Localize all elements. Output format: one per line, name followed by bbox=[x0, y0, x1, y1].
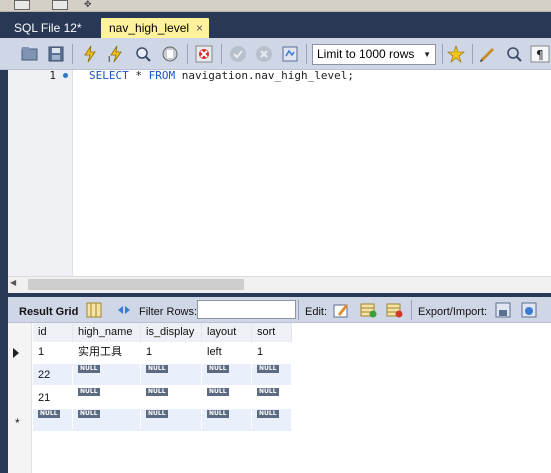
statement-marker-icon bbox=[63, 73, 68, 78]
cell-high-name[interactable]: NULL bbox=[73, 364, 141, 384]
chevron-down-icon: ▼ bbox=[423, 50, 431, 59]
limit-rows-select[interactable]: Limit to 1000 rows ▼ bbox=[312, 44, 436, 65]
null-badge: NULL bbox=[257, 410, 279, 418]
null-badge: NULL bbox=[257, 365, 279, 373]
null-badge: NULL bbox=[78, 365, 100, 373]
null-badge: NULL bbox=[146, 365, 168, 373]
tab-bar: SQL File 12* nav_high_level × bbox=[0, 12, 551, 38]
null-badge: NULL bbox=[257, 388, 279, 396]
cell-sort[interactable]: NULL bbox=[252, 409, 292, 429]
keyword-from: FROM bbox=[148, 69, 176, 82]
autocommit-icon[interactable] bbox=[280, 44, 300, 64]
delete-row-icon[interactable] bbox=[385, 301, 403, 319]
null-badge: NULL bbox=[78, 410, 100, 418]
tab-label: SQL File 12* bbox=[14, 21, 82, 35]
cell-is-display[interactable]: NULL bbox=[141, 387, 202, 407]
cell-layout[interactable]: NULL bbox=[202, 364, 252, 384]
cell-high-name[interactable]: NULL bbox=[73, 387, 141, 407]
tab-label: nav_high_level bbox=[109, 21, 190, 35]
keyword-select: SELECT bbox=[89, 69, 129, 82]
row-header-gutter bbox=[8, 323, 32, 473]
stop-icon[interactable] bbox=[160, 44, 180, 64]
null-badge: NULL bbox=[207, 410, 229, 418]
open-query-icon[interactable] bbox=[52, 0, 68, 10]
code-line[interactable]: SELECT * FROM navigation.nav_high_level; bbox=[89, 69, 354, 85]
null-badge: NULL bbox=[207, 365, 229, 373]
scroll-left-icon[interactable]: ◀ bbox=[10, 278, 16, 287]
edit-label: Edit: bbox=[305, 306, 328, 318]
find-icon[interactable] bbox=[504, 44, 524, 64]
column-header-is-display[interactable]: is_display bbox=[141, 323, 202, 342]
export-icon[interactable] bbox=[494, 301, 512, 319]
filter-rows-input[interactable] bbox=[197, 300, 296, 319]
cell-sort[interactable]: NULL bbox=[252, 387, 292, 407]
refresh-icon[interactable] bbox=[115, 302, 133, 318]
export-import-label: Export/Import: bbox=[418, 306, 488, 318]
current-row-arrow-icon bbox=[13, 348, 19, 358]
tab-sql-file[interactable]: SQL File 12* bbox=[6, 18, 98, 38]
sql-editor[interactable] bbox=[74, 70, 551, 276]
svg-text:¶: ¶ bbox=[536, 48, 544, 62]
bookmark-icon[interactable] bbox=[446, 44, 466, 64]
toggle-error-icon[interactable] bbox=[194, 44, 214, 64]
close-tab-icon[interactable]: × bbox=[196, 18, 203, 38]
tab-nav-high-level[interactable]: nav_high_level × bbox=[101, 18, 209, 38]
cell-is-display[interactable]: NULL bbox=[141, 409, 202, 429]
left-frame bbox=[0, 70, 8, 473]
cell-id[interactable]: NULL bbox=[33, 409, 73, 429]
scroll-thumb[interactable] bbox=[28, 279, 244, 290]
new-tab-icon[interactable] bbox=[14, 0, 30, 10]
column-header-layout[interactable]: layout bbox=[202, 323, 252, 342]
column-header-id[interactable]: id bbox=[33, 323, 73, 342]
select-star: * bbox=[135, 69, 142, 82]
result-grid-label[interactable]: Result Grid bbox=[19, 306, 78, 318]
limit-rows-value: Limit to 1000 rows bbox=[317, 47, 415, 61]
insert-row-icon[interactable] bbox=[359, 301, 377, 319]
new-row-marker: * bbox=[15, 416, 20, 430]
window-top-strip: ✥ bbox=[0, 0, 551, 12]
cell-layout[interactable]: NULL bbox=[202, 409, 252, 429]
null-badge: NULL bbox=[207, 388, 229, 396]
import-icon[interactable] bbox=[520, 301, 538, 319]
open-folder-icon[interactable] bbox=[20, 44, 40, 64]
table-name: navigation.nav_high_level; bbox=[181, 69, 354, 82]
explain-icon[interactable] bbox=[133, 44, 153, 64]
svg-text:I: I bbox=[108, 55, 110, 64]
cell-id[interactable]: 22 bbox=[33, 366, 73, 386]
column-header-high-name[interactable]: high_name bbox=[73, 323, 141, 342]
editor-gutter bbox=[8, 70, 73, 276]
cell-high-name[interactable]: 实用工具 bbox=[73, 343, 141, 363]
beautify-icon[interactable] bbox=[478, 44, 498, 64]
rollback-icon[interactable] bbox=[254, 44, 274, 64]
execute-icon[interactable] bbox=[80, 44, 100, 64]
cell-is-display[interactable]: 1 bbox=[141, 343, 202, 363]
null-badge: NULL bbox=[146, 388, 168, 396]
commit-icon[interactable] bbox=[228, 44, 248, 64]
cell-sort[interactable]: 1 bbox=[252, 343, 292, 363]
execute-current-icon[interactable]: I bbox=[106, 44, 126, 64]
cell-layout[interactable]: NULL bbox=[202, 387, 252, 407]
invisible-chars-icon[interactable]: ¶ bbox=[530, 44, 550, 64]
column-header-sort[interactable]: sort bbox=[252, 323, 292, 342]
grid-view-icon[interactable] bbox=[86, 302, 102, 318]
cell-sort[interactable]: NULL bbox=[252, 364, 292, 384]
cell-is-display[interactable]: NULL bbox=[141, 364, 202, 384]
save-icon[interactable] bbox=[46, 44, 66, 64]
cell-high-name[interactable]: NULL bbox=[73, 409, 141, 429]
filter-rows-label: Filter Rows: bbox=[139, 306, 198, 318]
cell-id[interactable]: 21 bbox=[33, 389, 73, 409]
null-badge: NULL bbox=[146, 410, 168, 418]
editor-toolbar: I ¶ bbox=[0, 38, 551, 70]
cell-id[interactable]: 1 bbox=[33, 343, 73, 363]
cell-layout[interactable]: left bbox=[202, 343, 252, 363]
settings-icon[interactable]: ✥ bbox=[84, 0, 100, 10]
null-badge: NULL bbox=[78, 388, 100, 396]
edit-cell-icon[interactable] bbox=[332, 301, 350, 319]
line-number: 1 bbox=[49, 69, 56, 82]
null-badge: NULL bbox=[38, 410, 60, 418]
